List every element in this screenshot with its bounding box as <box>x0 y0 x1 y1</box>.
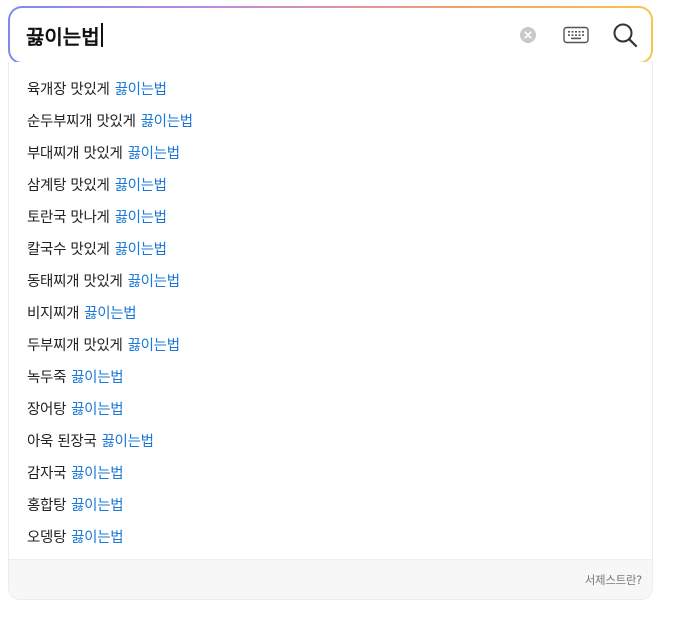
suggestion-prefix: 아욱 된장국 <box>27 433 97 450</box>
suggestion-match-highlight: 끓이는법 <box>114 81 167 98</box>
suggestion-prefix: 순두부찌개 맛있게 <box>27 113 136 130</box>
suggestion-item[interactable]: 홍합탕 끓이는법 <box>9 488 652 520</box>
suggestion-item[interactable]: 부대찌개 맛있게 끓이는법 <box>9 136 652 168</box>
text-caret <box>100 23 103 47</box>
suggestion-item[interactable]: 삼계탕 맛있게 끓이는법 <box>9 168 652 200</box>
suggestion-match-highlight: 끓이는법 <box>84 305 137 322</box>
search-input[interactable]: 끓이는법 <box>26 21 517 50</box>
suggestion-item[interactable]: 동태찌개 맛있게 끓이는법 <box>9 264 652 296</box>
suggestion-match-highlight: 끓이는법 <box>71 497 124 514</box>
suggestion-prefix: 녹두죽 <box>27 369 67 386</box>
clear-button[interactable] <box>517 24 539 46</box>
suggestion-match-highlight: 끓이는법 <box>127 337 180 354</box>
search-box: 끓이는법 <box>10 8 651 62</box>
suggest-info-link[interactable]: 서제스트란? <box>585 572 643 588</box>
suggestion-item[interactable]: 감자국 끓이는법 <box>9 456 652 488</box>
suggestion-prefix: 오뎅탕 <box>27 529 67 546</box>
suggestion-prefix: 두부찌개 맛있게 <box>27 337 123 354</box>
suggestion-prefix: 홍합탕 <box>27 497 67 514</box>
suggestion-item[interactable]: 두부찌개 맛있게 끓이는법 <box>9 328 652 360</box>
suggestion-item[interactable]: 아욱 된장국 끓이는법 <box>9 424 652 456</box>
suggestion-match-highlight: 끓이는법 <box>140 113 193 130</box>
suggestion-match-highlight: 끓이는법 <box>71 401 124 418</box>
suggestion-prefix: 부대찌개 맛있게 <box>27 145 123 162</box>
clear-circle-icon <box>520 27 536 43</box>
magnifier-icon <box>613 23 638 48</box>
search-bar: 끓이는법 <box>8 6 653 64</box>
suggestion-item[interactable]: 순두부찌개 맛있게 끓이는법 <box>9 104 652 136</box>
suggestion-match-highlight: 끓이는법 <box>71 369 124 386</box>
suggestion-item[interactable]: 녹두죽 끓이는법 <box>9 360 652 392</box>
suggestion-prefix: 토란국 맛나게 <box>27 209 110 226</box>
suggestion-item[interactable]: 육개장 맛있게 끓이는법 <box>9 72 652 104</box>
suggestion-match-highlight: 끓이는법 <box>114 241 167 258</box>
suggestion-match-highlight: 끓이는법 <box>114 209 167 226</box>
suggestion-prefix: 칼국수 맛있게 <box>27 241 110 258</box>
suggestion-match-highlight: 끓이는법 <box>71 465 124 482</box>
suggestion-dropdown: 육개장 맛있게 끓이는법 순두부찌개 맛있게 끓이는법 부대찌개 맛있게 끓이는법 삼계탕 … <box>8 62 653 600</box>
suggestion-match-highlight: 끓이는법 <box>127 145 180 162</box>
suggestion-match-highlight: 끓이는법 <box>101 433 154 450</box>
suggestion-prefix: 동태찌개 맛있게 <box>27 273 123 290</box>
suggestion-match-highlight: 끓이는법 <box>71 529 124 546</box>
suggestion-item[interactable]: 칼국수 맛있게 끓이는법 <box>9 232 652 264</box>
suggestion-prefix: 삼계탕 맛있게 <box>27 177 110 194</box>
keyboard-button[interactable] <box>561 23 591 47</box>
suggestion-prefix: 장어탕 <box>27 401 67 418</box>
suggestion-prefix: 감자국 <box>27 465 67 482</box>
suggestion-list: 육개장 맛있게 끓이는법 순두부찌개 맛있게 끓이는법 부대찌개 맛있게 끓이는법 삼계탕 … <box>9 62 652 552</box>
suggestion-item[interactable]: 장어탕 끓이는법 <box>9 392 652 424</box>
suggestion-prefix: 육개장 맛있게 <box>27 81 110 98</box>
suggestion-item[interactable]: 비지찌개 끓이는법 <box>9 296 652 328</box>
suggestion-match-highlight: 끓이는법 <box>127 273 180 290</box>
suggestion-item[interactable]: 오뎅탕 끓이는법 <box>9 520 652 552</box>
keyboard-icon <box>563 26 589 44</box>
suggestion-match-highlight: 끓이는법 <box>114 177 167 194</box>
search-query-text: 끓이는법 <box>26 24 100 49</box>
dropdown-footer: 서제스트란? <box>9 559 652 599</box>
search-button[interactable] <box>611 21 639 49</box>
suggestion-prefix: 비지찌개 <box>27 305 80 322</box>
suggestion-item[interactable]: 토란국 맛나게 끓이는법 <box>9 200 652 232</box>
